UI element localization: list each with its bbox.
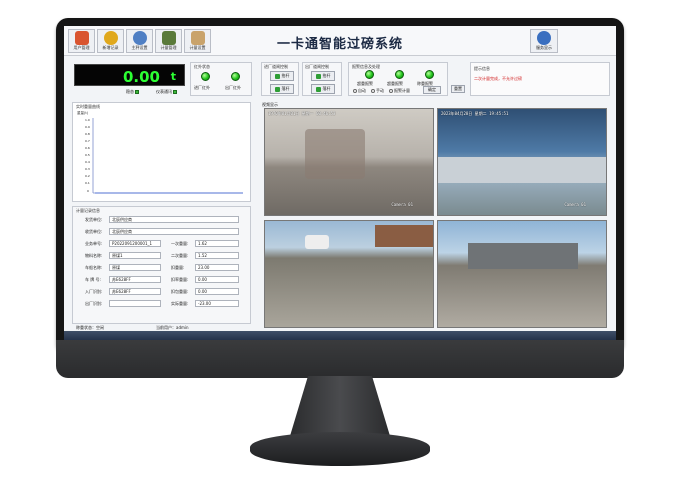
confirm-button[interactable]: 确定 [423,86,441,94]
record-panel: 计量记录信息 发货单位: 北辰供应商 收货单位: 北辰供应商 业务单号: P20… [72,206,251,324]
alarm-led-2 [395,70,404,79]
users-icon [74,31,89,45]
material-field[interactable]: 原煤1 [109,252,161,259]
toolbar: 用户管理 新增记录 主秤设置 计量管理 计量设置 一卡通智能过磅系统 服务显示 [64,26,616,56]
deduct-field[interactable]: 23.00 [195,264,239,271]
measurement-management-button[interactable]: 计量管理 [155,29,182,53]
order-field[interactable]: P2022091200001_1 [109,240,161,247]
monitor-stand-neck [290,376,390,436]
gate-open-icon [274,73,280,79]
exit-plate-field[interactable] [109,300,161,307]
camera-feed-4[interactable] [437,220,607,328]
notice-text: 二次计量完成，不允许过磅 [474,76,522,81]
taskbar [64,331,616,340]
stable-indicator [135,90,140,94]
building-shape [375,225,433,247]
trend-ylabel: 重量(t) [77,110,89,115]
vehicle-field[interactable]: 原煤 [109,264,161,271]
gate-in-open-button[interactable]: 抬杆 [270,71,294,81]
factory-shape [468,243,578,269]
alarm-led-1 [365,70,374,79]
monitor-stand-base [250,432,430,466]
measurement-settings-button[interactable]: 计量设置 [184,29,211,53]
pack-field[interactable]: 0.00 [195,288,239,295]
gate-close-icon [315,86,321,92]
camera-feed-2[interactable]: 2023年04月28日 星期二 19:45:51 Camera 01 [437,108,607,216]
plate-field[interactable]: 苏E628FF [109,276,161,283]
scale-icon [161,31,176,45]
settings-tools-icon [190,31,205,45]
infrared-out-led [231,72,240,81]
weight-value: 0.00 [122,68,160,86]
shipper-field[interactable]: 北辰供应商 [109,216,239,223]
gate-open-icon [315,73,321,79]
infrared-in-led [201,72,210,81]
manual-radio[interactable]: 手动 [371,88,384,94]
gate-in-close-button[interactable]: 落杆 [270,84,294,94]
new-record-button[interactable]: 新增记录 [97,29,124,53]
people-icon [537,31,551,45]
gate-out-open-button[interactable]: 抬杆 [311,71,335,81]
gate-out-panel: 出厂道闸控制 抬杆 落杆 [302,62,342,96]
gear-icon [132,31,147,45]
camera-feed-3[interactable] [264,220,434,328]
notice-panel: 提示信息 二次计量完成，不允许过磅 [470,62,610,96]
service-display-button[interactable]: 服务显示 [530,29,558,53]
auto-radio[interactable]: 自动 [353,88,366,94]
app-screen: 用户管理 新增记录 主秤设置 计量管理 计量设置 一卡通智能过磅系统 服务显示 … [64,26,616,340]
weight-display: 0.00 t [74,64,185,86]
receiver-field[interactable]: 北辰供应商 [109,228,239,235]
infrared-panel: 红外状态 进厂红外 出厂红外 [190,62,252,96]
camera-feed-1[interactable]: 1970年01月01日 星期一 00:46:53 Camera 01 [264,108,434,216]
gate-close-icon [274,86,280,92]
car-shape [305,235,329,249]
meter-status-label: 仪表通讯 [156,89,178,95]
entry-plate-field[interactable]: 苏E628FF [109,288,161,295]
trend-chart: 重量(t) [77,110,243,194]
scale-settings-button[interactable]: 主秤设置 [126,29,153,53]
second-weight-field[interactable]: 1.52 [195,252,239,259]
first-weight-field[interactable]: 1.62 [195,240,239,247]
net-weight-field[interactable]: -23.00 [195,300,239,307]
stable-label: 稳态 [126,89,140,95]
gate-in-panel: 进厂道闸控制 抬杆 落杆 [261,62,299,96]
wall-shape [438,157,606,183]
truck-shape [305,129,365,179]
app-title: 一卡通智能过磅系统 [276,37,403,52]
reset-button[interactable]: 重置 [451,85,465,93]
alarm-panel: 报警信息及处理 超重报警 超重报警 称重报警 自动 手动 报警计量 确定 [348,62,448,96]
monitor-chin [56,340,624,378]
weight-unit: t [170,70,176,83]
meter-status-indicator [173,90,178,94]
user-management-button[interactable]: 用户管理 [68,29,95,53]
alarm-led-3 [425,70,434,79]
gate-out-close-button[interactable]: 落杆 [311,84,335,94]
search-record-icon [103,31,118,45]
alarm-measure-radio[interactable]: 报警计量 [389,88,410,94]
discount-field[interactable]: 0.00 [195,276,239,283]
trend-panel: 实时重量曲线 重量(t) 1.0 0.9 0.8 0.7 0.6 0.5 0.4… [72,102,251,202]
